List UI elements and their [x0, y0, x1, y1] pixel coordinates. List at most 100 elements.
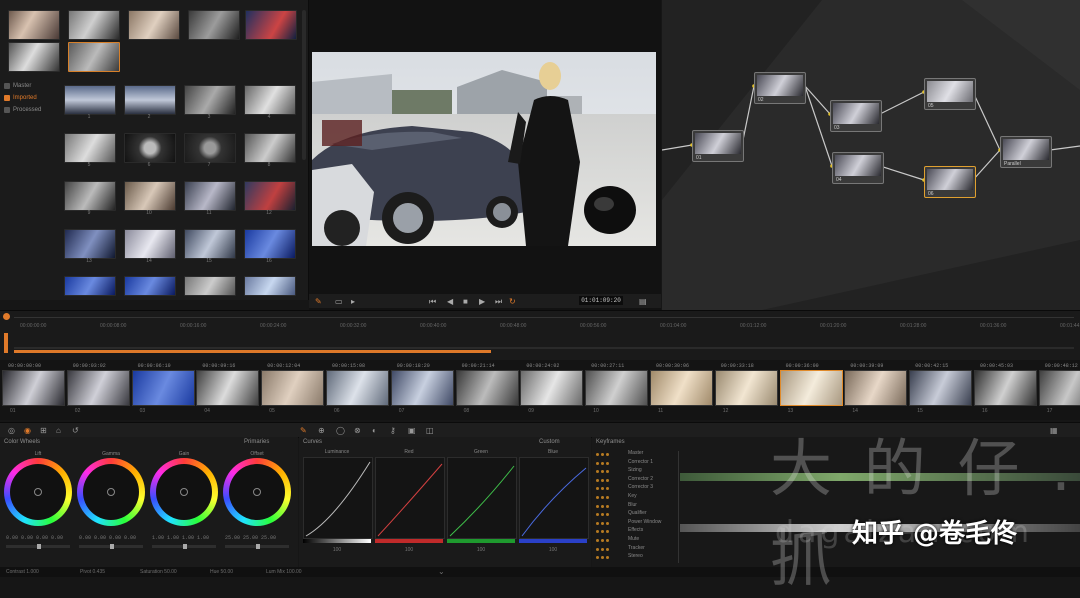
gamma-wheel[interactable] — [77, 458, 145, 526]
media-thumb[interactable] — [68, 10, 120, 40]
media-thumb[interactable] — [244, 276, 296, 296]
matte-icon[interactable]: ⌂ — [56, 426, 61, 435]
wheels-icon[interactable]: ◎ — [8, 426, 15, 435]
wheel-handle[interactable] — [34, 488, 42, 496]
media-thumb[interactable] — [124, 181, 176, 211]
color-node[interactable]: 02 — [754, 72, 806, 104]
media-thumb[interactable] — [64, 181, 116, 211]
media-thumb[interactable] — [124, 133, 176, 163]
wheels-mode[interactable]: Primaries — [244, 439, 269, 445]
lift-wheel[interactable] — [4, 458, 72, 526]
status-saturation[interactable]: Saturation 50.00 — [140, 569, 177, 575]
skip-icon[interactable]: ▸ — [351, 297, 355, 306]
keyframe-toggle-icon[interactable] — [596, 477, 624, 482]
next-clip-icon[interactable]: ⏭ — [495, 297, 502, 307]
timeline-clip[interactable] — [844, 370, 908, 406]
timeline-clip[interactable] — [585, 370, 649, 406]
timeline-clip[interactable] — [326, 370, 389, 406]
viewer-options-icon[interactable]: ▤ — [639, 297, 647, 306]
keyframe-toggle-icon[interactable] — [596, 546, 624, 551]
play-icon[interactable]: ▶ — [479, 297, 485, 306]
timeline-clip[interactable] — [66, 370, 130, 406]
jog-icon[interactable]: ✎ — [315, 297, 322, 306]
timeline-clip[interactable] — [261, 370, 325, 406]
media-thumb[interactable] — [64, 133, 116, 163]
color-node-selected[interactable]: 06 — [924, 166, 976, 198]
timeline-clip[interactable] — [1038, 370, 1080, 406]
timeline-clip[interactable] — [520, 370, 584, 406]
keyframe-toggle-icon[interactable] — [596, 520, 624, 525]
timeline-clip[interactable] — [650, 370, 713, 406]
red-curve[interactable] — [375, 457, 445, 539]
media-thumb[interactable] — [188, 10, 240, 40]
timeline-clip[interactable] — [2, 370, 65, 406]
node-editor[interactable]: 01 02 03 04 05 06 Parallel — [662, 0, 1080, 310]
color-node[interactable]: 04 — [832, 152, 884, 184]
media-thumb[interactable] — [124, 85, 176, 115]
keyframe-toggle-icon[interactable] — [596, 511, 624, 517]
luminance-curve[interactable] — [303, 457, 373, 539]
timeline-clip[interactable] — [909, 370, 973, 406]
stop-icon[interactable]: ■ — [463, 297, 468, 306]
reverse-icon[interactable]: ◀ — [447, 297, 453, 306]
media-thumb[interactable] — [184, 133, 236, 163]
blue-curve[interactable] — [519, 457, 589, 539]
media-thumb[interactable] — [245, 10, 297, 40]
timeline-clip[interactable] — [390, 370, 454, 406]
color-node[interactable]: 03 — [830, 100, 882, 132]
wheel-handle[interactable] — [253, 488, 261, 496]
key-icon[interactable]: ⚷ — [390, 426, 396, 435]
blur-icon[interactable]: ◐ — [372, 426, 377, 435]
keyframe-toggle-icon[interactable] — [596, 554, 624, 560]
media-thumb[interactable] — [244, 229, 296, 259]
raw-icon[interactable]: ⊞ — [40, 426, 47, 435]
timeline-clip[interactable] — [131, 370, 195, 406]
keyframe-toggle-icon[interactable] — [596, 528, 624, 534]
timeline-clip[interactable] — [974, 370, 1037, 406]
sizing-icon[interactable]: ▣ — [408, 426, 416, 435]
curves-mode[interactable]: Custom — [539, 439, 560, 445]
prev-clip-icon[interactable]: ⏮ — [429, 297, 436, 307]
media-thumb[interactable] — [64, 276, 116, 296]
reset-icon[interactable]: ↺ — [72, 426, 79, 435]
media-thumb-selected[interactable] — [68, 42, 120, 72]
loop-icon[interactable]: ▭ — [335, 297, 343, 306]
status-contrast[interactable]: Contrast 1.000 — [6, 569, 39, 575]
viewer-frame[interactable] — [312, 52, 656, 246]
wheel-handle[interactable] — [107, 488, 115, 496]
gain-wheel[interactable] — [150, 458, 218, 526]
media-pool-scrollbar[interactable] — [302, 10, 306, 160]
stereo-icon[interactable]: ◫ — [426, 426, 434, 435]
timeline-clip[interactable] — [455, 370, 519, 406]
keyframe-toggle-icon[interactable] — [596, 494, 624, 499]
color-node[interactable]: 01 — [692, 130, 744, 162]
green-curve[interactable] — [447, 457, 517, 539]
media-thumb[interactable] — [124, 229, 176, 259]
media-thumb[interactable] — [244, 133, 296, 163]
keyframe-toggle-icon[interactable] — [596, 503, 624, 508]
gain-master-slider[interactable] — [152, 544, 216, 549]
keyframe-toggle-icon[interactable] — [596, 451, 624, 456]
media-thumb[interactable] — [124, 276, 176, 296]
status-pivot[interactable]: Pivot 0.435 — [80, 569, 105, 575]
timeline-clip[interactable] — [714, 370, 778, 406]
color-node[interactable]: 05 — [924, 78, 976, 110]
timeline-progress[interactable] — [14, 350, 491, 353]
offset-wheel[interactable] — [223, 458, 291, 526]
bin-imported[interactable]: Imported — [4, 92, 60, 104]
mini-timeline[interactable]: 00:00:00:00 00:00:08:00 00:00:16:00 00:00:2… — [0, 310, 1080, 361]
media-thumb[interactable] — [8, 10, 60, 40]
keyframe-toggle-icon[interactable] — [596, 460, 624, 465]
media-thumb[interactable] — [128, 10, 180, 40]
media-thumb[interactable] — [64, 229, 116, 259]
media-thumb[interactable] — [244, 181, 296, 211]
qualifier-icon[interactable]: ⊕ — [318, 426, 325, 435]
media-thumb[interactable] — [64, 85, 116, 115]
media-thumb[interactable] — [184, 229, 236, 259]
keyframe-toggle-icon[interactable] — [596, 537, 624, 542]
status-hue[interactable]: Hue 50.00 — [210, 569, 233, 575]
loop-toggle-icon[interactable]: ↻ — [509, 297, 516, 306]
keyframe-toggle-icon[interactable] — [596, 485, 624, 491]
primaries-icon[interactable]: ◉ — [24, 426, 31, 435]
media-thumb[interactable] — [184, 276, 236, 296]
